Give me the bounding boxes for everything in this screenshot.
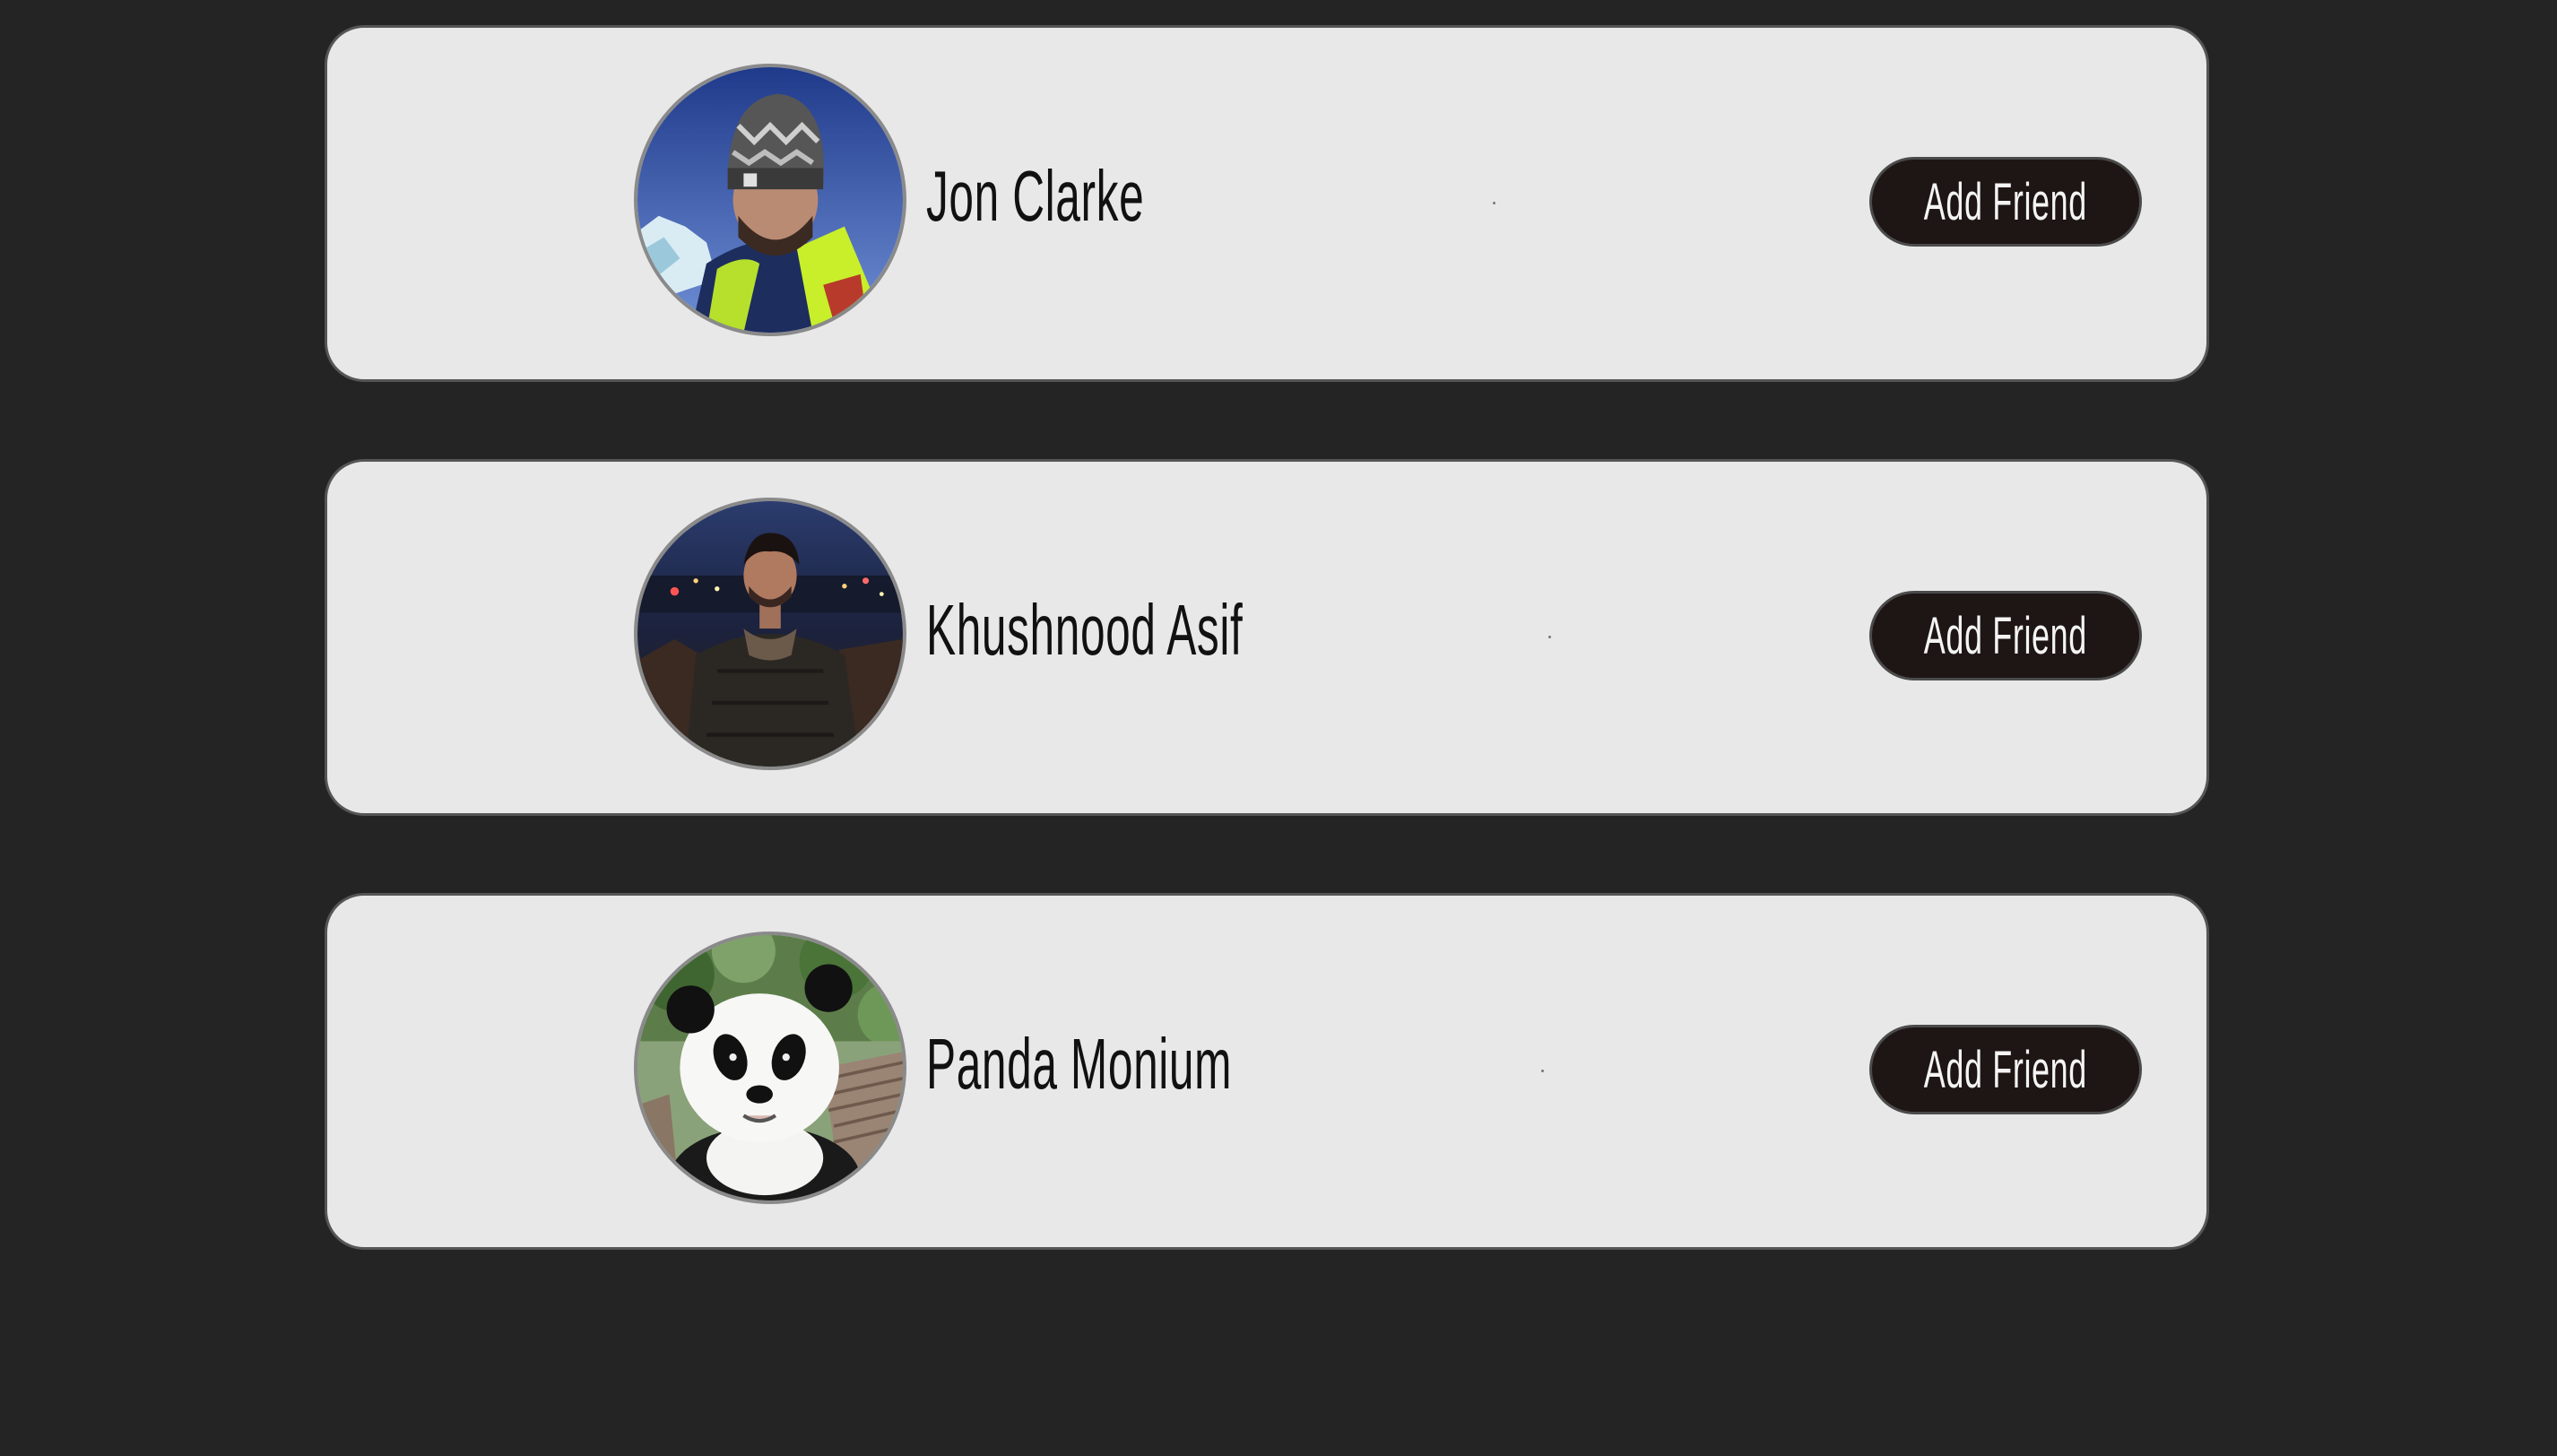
person-city-night-icon bbox=[637, 501, 903, 767]
avatar bbox=[634, 932, 906, 1204]
avatar bbox=[634, 64, 906, 336]
friend-card: Panda Monium Add Friend bbox=[325, 893, 2209, 1250]
friend-name: Panda Monium bbox=[926, 1024, 1233, 1104]
friend-card: Khushnood Asif Add Friend bbox=[325, 459, 2209, 816]
friend-card: Jon Clarke Add Friend bbox=[325, 25, 2209, 382]
decorative-dot bbox=[1548, 636, 1551, 638]
add-friend-label: Add Friend bbox=[1923, 1040, 2088, 1099]
add-friend-label: Add Friend bbox=[1923, 606, 2088, 665]
decorative-dot bbox=[1493, 202, 1495, 204]
person-winter-hat-icon bbox=[637, 67, 903, 333]
decorative-dot bbox=[1541, 1070, 1544, 1072]
add-friend-button[interactable]: Add Friend bbox=[1869, 157, 2142, 247]
avatar bbox=[634, 498, 906, 770]
friend-name: Jon Clarke bbox=[926, 156, 1145, 236]
add-friend-button[interactable]: Add Friend bbox=[1869, 591, 2142, 680]
friend-name: Khushnood Asif bbox=[926, 590, 1244, 670]
panda-icon bbox=[637, 935, 903, 1200]
friend-suggestions-list: Jon Clarke Add Friend Khushnood Asif Add… bbox=[325, 25, 2209, 1327]
add-friend-label: Add Friend bbox=[1923, 172, 2088, 231]
add-friend-button[interactable]: Add Friend bbox=[1869, 1025, 2142, 1114]
